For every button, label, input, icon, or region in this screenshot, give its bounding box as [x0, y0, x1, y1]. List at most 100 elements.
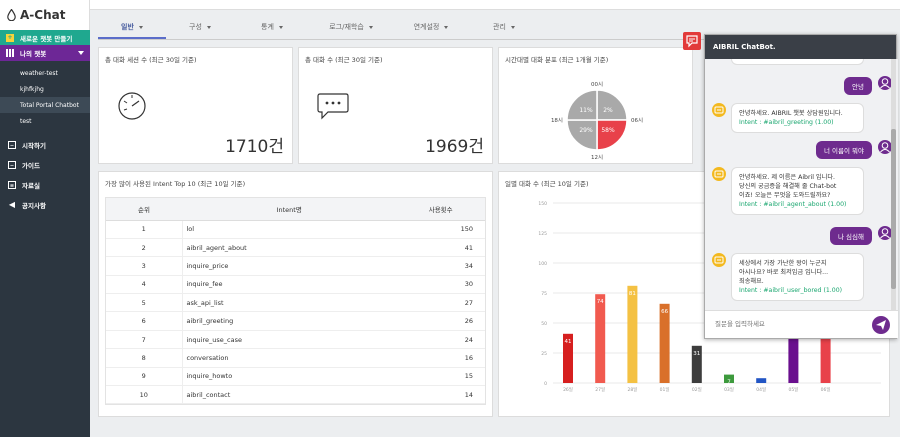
table-header-row: 순위 Intent명 사용횟수 [106, 198, 485, 221]
rank-cell: 4 [106, 275, 183, 295]
nav-notices[interactable]: ◀ 공지사항 [0, 195, 90, 215]
pie-slice [566, 89, 598, 121]
speech-bubble-icon [317, 93, 349, 120]
minus-box-icon: − [8, 141, 16, 149]
minus-box-icon: − [8, 161, 16, 169]
bot-item-weather-test[interactable]: weather-test [0, 65, 90, 81]
tab-manage[interactable]: 관리 [470, 16, 538, 39]
bot-item-label: test [20, 117, 32, 125]
plus-icon: + [6, 33, 14, 42]
bot-message-line: 아시나요? 바로 최저임금 입니다... [739, 269, 829, 276]
y-tick-label: 100 [538, 261, 547, 267]
y-tick-label: 50 [541, 321, 547, 327]
intent-table: 순위 Intent명 사용횟수 1 lol 150 2 aibril_agent_abo… [106, 198, 485, 405]
bot-avatar-icon [712, 167, 726, 181]
bot-item-total-portal-chatbot[interactable]: Total Portal Chatbot [0, 97, 90, 113]
chevron-down-icon [278, 25, 283, 29]
bot-item-test[interactable]: test [0, 113, 90, 129]
intent-name-cell: inquire_price [182, 256, 397, 276]
tab-config[interactable]: 구성 [166, 16, 234, 39]
dialog-count: 1969건 [425, 137, 484, 157]
card-title: 시간대별 대화 분포 (최근 1개월 기준) [505, 56, 609, 64]
nav-label: 가이드 [22, 162, 40, 170]
bar-data-label: 81 [629, 291, 636, 297]
session-count: 1710건 [225, 137, 284, 157]
new-bot-button[interactable]: + 새로운 챗봇 만들기 [0, 30, 90, 45]
bot-item-label: kjhfkjhg [20, 85, 44, 93]
table-row: 6 aibril_greeting 26 [106, 311, 485, 331]
bot-avatar-icon [712, 253, 726, 267]
intent-top-card: 가장 많이 사용된 Intent Top 10 (최근 10일 기준) 순위 I… [98, 171, 493, 417]
x-tick-label: 01일 [660, 386, 670, 393]
chat-scrollbar[interactable] [891, 59, 896, 311]
bar-data-label: 7 [727, 380, 731, 386]
rank-cell: 2 [106, 238, 183, 258]
x-tick-label: 26일 [563, 386, 573, 393]
sidebar: A-Chat + 새로운 챗봇 만들기 나의 챗봇 weather-test k… [0, 0, 90, 437]
nav-getting-started[interactable]: − 시작하기 [0, 135, 90, 155]
brand-logo[interactable]: A-Chat [0, 0, 90, 30]
x-tick-label: 04일 [756, 386, 766, 393]
bot-item-kjhfkjhg[interactable]: kjhfkjhg [0, 81, 90, 97]
bar [788, 335, 799, 383]
bot-message-bubble: 안녕하세요. AIBRIL 챗봇 상담원입니다. Intent : #aibri… [731, 103, 864, 133]
bar-data-label: 66 [661, 309, 668, 315]
tab-general[interactable]: 일반 [98, 16, 166, 39]
rank-cell: 10 [106, 385, 183, 405]
user-message-bubble: 안녕 [844, 77, 872, 95]
chatbot-header: AIBRIL ChatBot. [705, 35, 896, 59]
rank-cell: 5 [106, 293, 183, 313]
tab-logs[interactable]: 로그/재학습 [310, 16, 392, 39]
pie-tick-label: 00시 [591, 82, 603, 88]
y-tick-label: 125 [538, 231, 547, 237]
bot-item-label: weather-test [20, 69, 58, 77]
bot-message-line: 안녕하세요. 제 이름은 Aibril 입니다. [739, 174, 835, 181]
bar [627, 285, 638, 383]
chevron-down-icon [444, 25, 449, 29]
chat-icon [686, 35, 698, 48]
bar [756, 378, 767, 383]
dialogs-card: 총 대화 수 (최근 30일 기준) 1969건 [298, 47, 493, 164]
bot-item-label: Total Portal Chatbot [20, 101, 79, 109]
usage-count-cell: 14 [396, 385, 485, 405]
tab-integration[interactable]: 연계설정 [392, 16, 470, 39]
intent-name-cell: conversation [182, 348, 397, 368]
time-pie-chart: 2% 58% 29% 11% 00시 06시 12시 18시 [551, 82, 643, 160]
rank-cell: 3 [106, 256, 183, 276]
y-tick-label: 150 [538, 201, 547, 207]
sessions-card: 총 대화 세션 수 (최근 30일 기준) 1710건 [98, 47, 293, 164]
grid-icon [6, 49, 14, 57]
tab-stats[interactable]: 통계 [234, 16, 310, 39]
chat-input[interactable] [715, 320, 855, 328]
bar [659, 303, 670, 383]
rank-cell: 8 [106, 348, 183, 368]
my-bots-menu[interactable]: 나의 챗봇 [0, 45, 90, 61]
tab-label: 로그/재학습 [329, 23, 364, 31]
usage-count-cell: 150 [396, 220, 485, 239]
table-row: 9 inquire_howto 15 [106, 367, 485, 387]
nav-resources[interactable]: ≡ 자료실 [0, 175, 90, 195]
chatbot-toggle-button[interactable] [683, 32, 701, 50]
bot-message-line: 세상에서 가장 가난한 왕이 누군지 [739, 260, 827, 267]
intent-label: Intent : #aibril_user_bored (1.00) [739, 287, 843, 294]
nav-guide[interactable]: − 가이드 [0, 155, 90, 175]
scrollbar-thumb[interactable] [891, 129, 896, 289]
water-drop-icon [7, 8, 16, 22]
bot-message-line: 이죠! 오늘은 무엇을 도와드릴까요? [739, 192, 831, 199]
chat-messages[interactable]: 안녕 안녕하세요. AIBRIL 챗봇 상담원입니다. Intent : #ai… [705, 59, 898, 311]
user-message-bubble: 나 심심해 [830, 227, 872, 245]
chevron-down-icon [510, 25, 515, 29]
card-title: 가장 많이 사용된 Intent Top 10 (최근 10일 기준) [105, 180, 246, 188]
nav-label: 공지사항 [22, 202, 46, 210]
send-button[interactable] [872, 316, 890, 334]
column-header: 순위 [106, 198, 182, 221]
intent-table-wrap: 순위 Intent명 사용횟수 1 lol 150 2 aibril_agent_abo… [105, 197, 486, 406]
document-icon: ≡ [8, 181, 16, 189]
pie-tick-label: 18시 [551, 118, 563, 124]
column-header: Intent명 [182, 198, 397, 221]
bot-message-bubble: 안녕하세요. 제 이름은 Aibril 입니다. 당신의 궁금증을 해결해 줄 … [731, 167, 864, 215]
table-row: 7 inquire_use_case 24 [106, 330, 485, 350]
table-row: 2 aibril_agent_about 41 [106, 238, 485, 258]
bot-avatar-icon [712, 103, 726, 117]
rank-cell: 1 [106, 220, 183, 239]
